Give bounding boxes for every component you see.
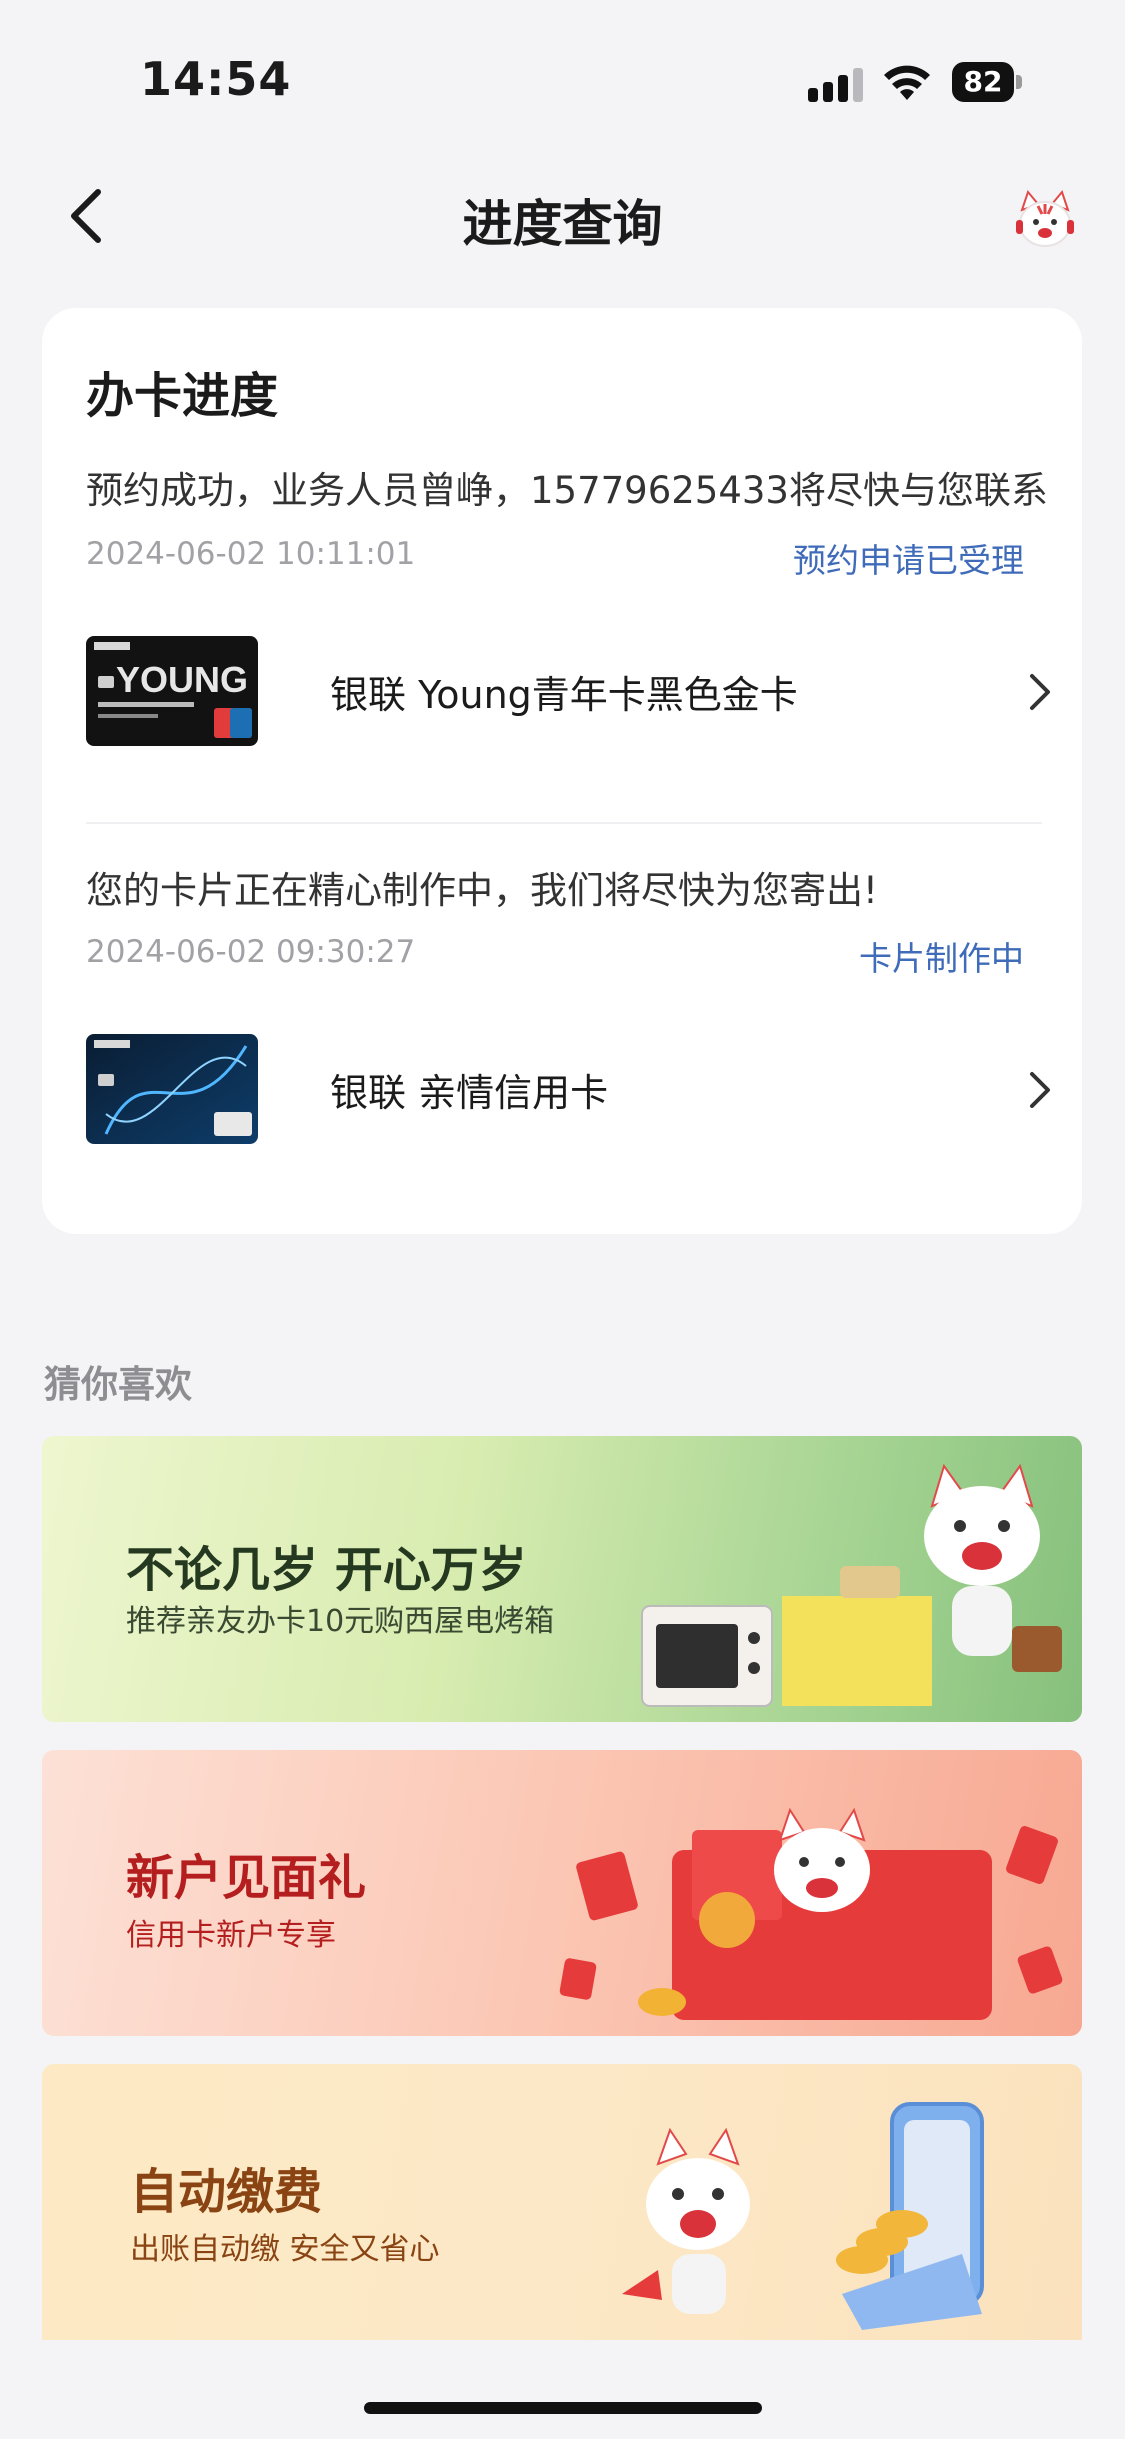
progress-timestamp: 2024-06-02 09:30:27 bbox=[86, 934, 416, 970]
progress-timestamp: 2024-06-02 10:11:01 bbox=[86, 536, 416, 572]
status-bar: 14:54 82 bbox=[0, 0, 1125, 150]
young-black-gold-card-image: YOUNG bbox=[86, 636, 258, 746]
recommendations-title: 猜你喜欢 bbox=[44, 1363, 192, 1406]
red-envelope-mascot-illustration bbox=[559, 1807, 1063, 2020]
product-name: 银联 Young青年卡黑色金卡 bbox=[330, 673, 798, 717]
auto-payment-mascot-illustration bbox=[622, 2102, 984, 2330]
oven-mascot-illustration bbox=[641, 1463, 1062, 1707]
card-progress-title: 办卡进度 bbox=[86, 368, 279, 424]
divider bbox=[86, 822, 1042, 824]
banner-new-customer-gift[interactable]: 新户见面礼 信用卡新户专享 bbox=[42, 1750, 1082, 2036]
card-progress-panel: 办卡进度 预约成功，业务人员曾峥，15779625433将尽快与您联系 2024… bbox=[42, 308, 1082, 1234]
family-credit-card-image bbox=[86, 1034, 258, 1144]
banner-title: 自动缴费 bbox=[130, 2164, 323, 2220]
banner-auto-payment[interactable]: 自动缴费 出账自动缴 安全又省心 bbox=[42, 2064, 1082, 2340]
progress-message: 您的卡片正在精心制作中，我们将尽快为您寄出! bbox=[86, 869, 878, 912]
page-title: 进度查询 bbox=[462, 195, 663, 253]
banner-referral-oven[interactable]: 不论几岁 开心万岁 推荐亲友办卡10元购西屋电烤箱 bbox=[42, 1436, 1082, 1722]
home-indicator[interactable] bbox=[364, 2402, 762, 2414]
young-card-text: YOUNG bbox=[116, 659, 248, 700]
banner-title: 新户见面礼 bbox=[126, 1850, 367, 1906]
progress-message: 预约成功，业务人员曾峥，15779625433将尽快与您联系 bbox=[86, 469, 1048, 512]
banner-subtitle: 推荐亲友办卡10元购西屋电烤箱 bbox=[126, 1604, 555, 1639]
product-name: 银联 亲情信用卡 bbox=[330, 1071, 609, 1115]
banner-title: 不论几岁 开心万岁 bbox=[126, 1542, 527, 1598]
chevron-right-icon bbox=[1030, 1072, 1050, 1108]
progress-status[interactable]: 卡片制作中 bbox=[859, 932, 1024, 980]
navigation-bar: 进度查询 bbox=[0, 150, 1125, 280]
cellular-signal-icon bbox=[808, 66, 864, 102]
product-row-young-card[interactable]: YOUNG 银联 Young青年卡黑色金卡 bbox=[86, 636, 1066, 748]
progress-status[interactable]: 预约申请已受理 bbox=[793, 534, 1024, 582]
battery-icon: 82 bbox=[952, 62, 1022, 102]
chevron-right-icon bbox=[1030, 674, 1050, 710]
battery-level: 82 bbox=[952, 62, 1014, 102]
product-row-family-card[interactable]: 银联 亲情信用卡 bbox=[86, 1034, 1066, 1146]
customer-service-mascot-icon[interactable] bbox=[1010, 186, 1080, 256]
banner-subtitle: 出账自动缴 安全又省心 bbox=[130, 2232, 440, 2267]
wifi-icon bbox=[884, 65, 930, 100]
status-time: 14:54 bbox=[140, 52, 292, 106]
banner-subtitle: 信用卡新户专享 bbox=[126, 1918, 336, 1953]
